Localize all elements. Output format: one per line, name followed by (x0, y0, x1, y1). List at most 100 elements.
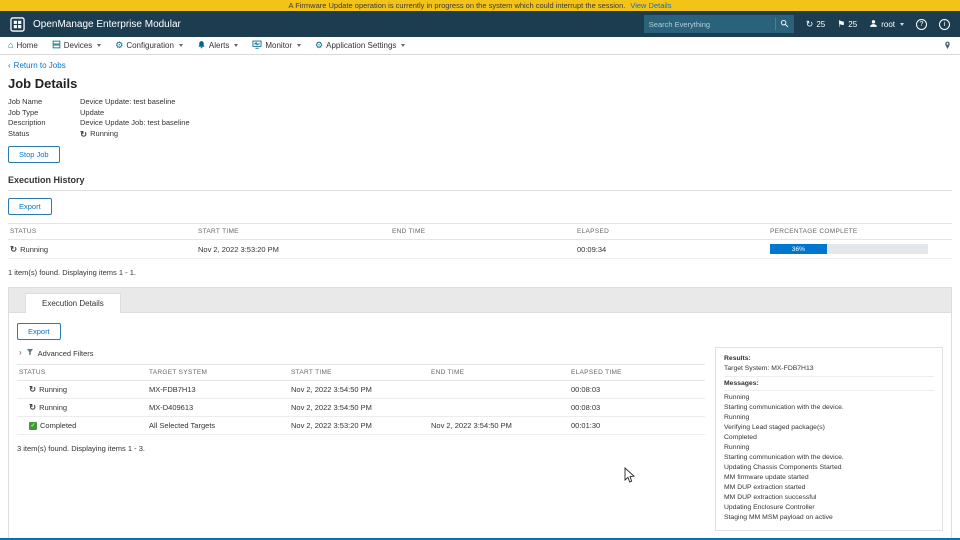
username: root (881, 19, 895, 29)
message-item: Starting communication with the device. (724, 404, 844, 411)
row-status: Completed (40, 421, 77, 430)
message-item: Running (724, 444, 750, 451)
messages-list: Running Starting communication with the d… (724, 393, 934, 523)
execution-history-table: STATUS START TIME END TIME ELAPSED PERCE… (8, 223, 952, 259)
caret-down-icon (97, 44, 102, 47)
row-end-time (429, 380, 569, 399)
jobs-indicator[interactable]: ↻ 25 (806, 19, 826, 29)
nav-alerts[interactable]: Alerts (197, 40, 239, 51)
field-label: Job Type (8, 107, 39, 117)
details-left: › Advanced Filters STATUS TARGET SYSTEM (17, 347, 705, 462)
info-icon[interactable]: i (939, 18, 950, 30)
search-icon[interactable] (780, 15, 789, 33)
chevron-left-icon: ‹ (8, 61, 11, 70)
message-item: Updating Chassis Components Started (724, 464, 842, 471)
user-icon (869, 19, 878, 30)
global-search (643, 15, 794, 33)
table-row[interactable]: ↻ Running MX-D409613 Nov 2, 2022 3:54:50 … (17, 398, 705, 417)
field-value: Update (80, 107, 105, 117)
field-job-name: Job Name Device Update: test baseline (8, 97, 952, 108)
firmware-warning-banner: A Firmware Update operation is currently… (0, 0, 960, 11)
nav-application-settings[interactable]: ⚙ Application Settings (315, 40, 406, 50)
col-status: STATUS (8, 223, 196, 240)
caret-down-icon (900, 22, 904, 26)
col-elapsed: ELAPSED (575, 223, 768, 240)
nav-label-configuration: Configuration (126, 41, 174, 50)
monitor-icon (252, 40, 262, 51)
main-nav: ⌂ Home Devices ⚙ Configuration Alerts Mo… (0, 37, 960, 55)
pin-icon[interactable] (943, 41, 952, 50)
table-row[interactable]: ↻ Running Nov 2, 2022 3:53:20 PM 00:09:34… (8, 239, 952, 259)
col-end-time: END TIME (390, 223, 575, 240)
results-target-system: Target System: MX-FDB7H13 (724, 365, 934, 377)
row-elapsed: 00:08:03 (569, 398, 705, 417)
col-elapsed-time: ELAPSED TIME (569, 364, 705, 381)
jobs-count: 25 (816, 19, 826, 29)
tab-execution-details[interactable]: Execution Details (25, 293, 121, 313)
progress-bar: 36% (770, 244, 928, 254)
advanced-filters-toggle[interactable]: › Advanced Filters (19, 348, 94, 358)
nav-configuration[interactable]: ⚙ Configuration (115, 41, 183, 50)
nav-label-alerts: Alerts (208, 41, 230, 50)
nav-home[interactable]: ⌂ Home (8, 40, 38, 51)
row-status: Running (39, 385, 68, 394)
message-item: Updating Enclosure Controller (724, 504, 815, 511)
row-start-time: Nov 2, 2022 3:54:50 PM (289, 380, 429, 399)
field-value: ↻ Running (80, 129, 118, 140)
execution-details-content: Export › Advanced Filters STATUS TARGET … (9, 313, 951, 539)
row-target-system: All Selected Targets (147, 416, 289, 435)
job-fields: Job Name Device Update: test baseline Jo… (8, 97, 952, 139)
running-icon: ↻ (10, 243, 18, 254)
details-body: › Advanced Filters STATUS TARGET SYSTEM (17, 347, 943, 531)
flag-icon: ⚑ (837, 18, 846, 29)
row-elapsed: 00:09:34 (575, 239, 768, 259)
row-end-time: Nov 2, 2022 3:54:50 PM (429, 416, 569, 435)
search-input[interactable] (648, 19, 771, 29)
bell-icon (197, 40, 206, 51)
results-panel: Results: Target System: MX-FDB7H13 Messa… (715, 347, 943, 531)
row-start-time: Nov 2, 2022 3:53:20 PM (289, 416, 429, 435)
table-row[interactable]: ↻ Running MX-FDB7H13 Nov 2, 2022 3:54:50 … (17, 380, 705, 399)
message-item: MM firmware update started (724, 474, 809, 481)
field-value: Device Update: test baseline (80, 97, 176, 106)
row-status: Running (20, 244, 49, 254)
col-target-system: TARGET SYSTEM (147, 364, 289, 381)
status-text: Running (90, 128, 119, 138)
alerts-indicator[interactable]: ⚑ 25 (837, 18, 857, 29)
banner-message: A Firmware Update operation is currently… (288, 1, 626, 10)
row-elapsed: 00:01:30 (569, 416, 705, 435)
field-value: Device Update Job: test baseline (80, 118, 190, 127)
col-start-time: START TIME (196, 223, 390, 240)
nav-devices[interactable]: Devices (52, 40, 102, 51)
field-label: Description (8, 118, 46, 127)
history-export-button[interactable]: Export (8, 198, 52, 215)
running-icon: ↻ (29, 384, 37, 395)
completed-check-icon: ✓ (29, 421, 37, 430)
message-item: Verifying Lead staged package(s) (724, 424, 825, 431)
field-job-type: Job Type Update (8, 108, 952, 119)
message-item: MM DUP extraction successful (724, 494, 817, 501)
settings-gear-icon: ⚙ (315, 40, 324, 50)
home-icon: ⌂ (8, 40, 14, 50)
view-details-link[interactable]: View Details (630, 1, 671, 10)
help-icon[interactable]: ? (916, 18, 927, 30)
results-title: Results: (724, 355, 751, 362)
nav-monitor[interactable]: Monitor (252, 40, 302, 51)
filter-funnel-icon (26, 348, 34, 358)
field-label: Status (8, 128, 30, 138)
stop-job-button[interactable]: Stop Job (8, 146, 60, 163)
user-menu[interactable]: root (869, 19, 904, 30)
message-item: Running (724, 394, 750, 401)
search-divider (774, 18, 776, 30)
progress-fill: 36% (770, 244, 827, 254)
table-row[interactable]: ✓ Completed All Selected Targets Nov 2, 2… (17, 416, 705, 435)
message-item: Completed (724, 434, 757, 441)
history-summary: 1 item(s) found. Displaying items 1 - 1. (8, 268, 136, 277)
row-end-time (390, 239, 575, 259)
breadcrumb[interactable]: ‹ Return to Jobs (8, 61, 66, 70)
caret-down-icon (178, 44, 183, 47)
caret-down-icon (234, 44, 239, 47)
details-export-button[interactable]: Export (17, 323, 61, 340)
nav-label-devices: Devices (63, 41, 93, 50)
nav-label-home: Home (16, 41, 38, 50)
